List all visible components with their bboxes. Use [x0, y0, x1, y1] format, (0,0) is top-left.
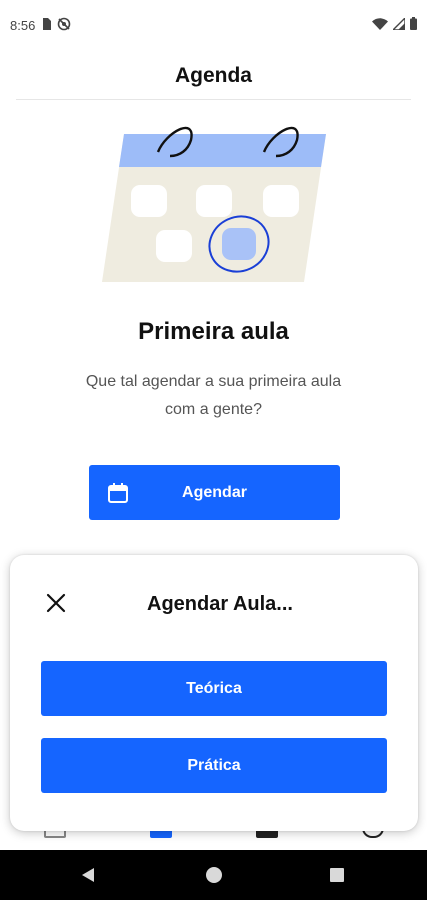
empty-state-title: Primeira aula [138, 318, 289, 345]
status-bar: 8:56 [0, 0, 427, 50]
schedule-button[interactable]: Agendar [89, 465, 340, 520]
sim-card-icon [41, 17, 52, 33]
page-title: Agenda [174, 63, 252, 87]
practical-lesson-label: Prática [187, 756, 241, 774]
theory-lesson-button[interactable]: Teórica [41, 661, 387, 716]
schedule-button-label: Agendar [182, 483, 247, 501]
signal-icon [391, 15, 406, 33]
app-header: Agenda [16, 52, 411, 100]
empty-state-description: Que tal agendar a sua primeira aula com … [85, 373, 342, 418]
recents-icon[interactable] [330, 868, 344, 882]
practical-lesson-button[interactable]: Prática [41, 738, 387, 793]
calendar-illustration [98, 112, 334, 290]
no-tracking-icon [57, 17, 71, 34]
home-icon[interactable] [206, 867, 222, 883]
status-time: 8:56 [10, 17, 36, 33]
calendar-icon [107, 482, 129, 504]
sheet-title: Agendar Aula... [147, 593, 293, 615]
system-navigation-bar [0, 850, 427, 900]
battery-icon [410, 17, 417, 33]
theory-lesson-label: Teórica [186, 679, 242, 697]
schedule-sheet: Agendar Aula... Teórica Prática [10, 555, 418, 831]
back-icon[interactable] [80, 867, 96, 888]
wifi-icon [372, 17, 388, 33]
